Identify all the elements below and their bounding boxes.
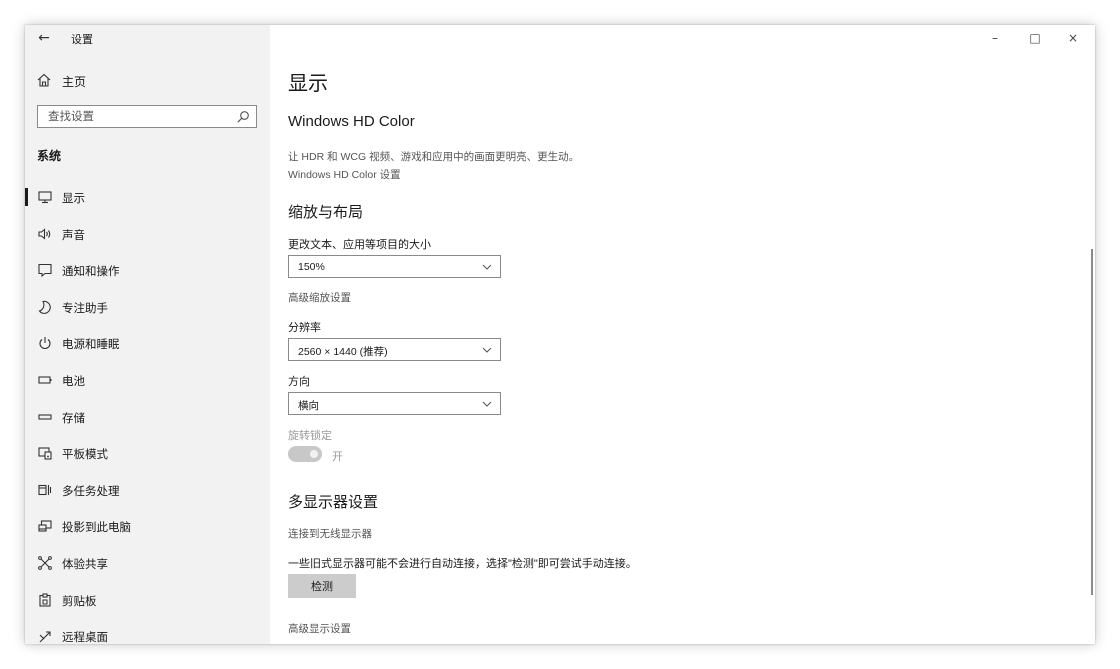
sidebar-item-tablet-mode[interactable]: 平板模式 — [25, 438, 270, 468]
settings-window: ← 设置 主页 系统 显示 — [25, 25, 1095, 644]
rotation-lock-toggle[interactable] — [288, 446, 322, 462]
chevron-down-icon — [482, 264, 492, 270]
search-box[interactable] — [37, 105, 257, 128]
sidebar-item-label: 体验共享 — [62, 559, 108, 571]
sidebar-item-label: 专注助手 — [62, 303, 108, 315]
detect-button[interactable]: 检测 — [288, 574, 356, 598]
moon-icon — [38, 300, 51, 314]
sidebar-item-multitasking[interactable]: 多任务处理 — [25, 475, 270, 505]
app-title: 设置 — [71, 34, 93, 46]
chevron-down-icon — [482, 401, 492, 407]
sidebar-item-label: 多任务处理 — [62, 486, 120, 498]
sidebar-item-label: 存储 — [62, 413, 85, 425]
hdr-settings-link[interactable]: Windows HD Color 设置 — [288, 167, 401, 182]
sidebar-item-focus-assist[interactable]: 专注助手 — [25, 292, 270, 322]
rotation-lock-label: 旋转锁定 — [288, 430, 332, 442]
speaker-icon — [38, 228, 51, 240]
connect-wireless-display-link[interactable]: 连接到无线显示器 — [288, 526, 372, 541]
sidebar-item-display[interactable]: 显示 — [25, 182, 270, 212]
scale-dropdown[interactable]: 150% — [288, 255, 501, 278]
title-bar: ← 设置 — [25, 25, 270, 51]
search-icon[interactable] — [236, 110, 250, 124]
advanced-display-settings-link[interactable]: 高级显示设置 — [288, 621, 351, 636]
section-label-system: 系统 — [37, 149, 62, 163]
sidebar-item-shared-experiences[interactable]: 体验共享 — [25, 548, 270, 578]
share-icon — [38, 556, 52, 570]
multitask-icon — [38, 484, 52, 496]
orientation-label: 方向 — [288, 376, 310, 388]
sidebar-item-label: 电源和睡眠 — [62, 339, 120, 351]
home-label: 主页 — [62, 75, 87, 89]
rotation-lock-state: 开 — [332, 451, 343, 463]
section-heading-multi-display: 多显示器设置 — [288, 494, 379, 511]
orientation-dropdown[interactable]: 横向 — [288, 392, 501, 415]
scrollbar[interactable] — [1091, 249, 1093, 595]
section-heading-hdr: Windows HD Color — [288, 113, 415, 130]
main-content: – □ × 显示 Windows HD Color 让 HDR 和 WCG 视频… — [270, 25, 1095, 644]
tablet-icon — [38, 447, 52, 460]
sidebar-item-label: 通知和操作 — [62, 266, 120, 278]
page-title: 显示 — [288, 73, 328, 95]
sidebar-item-label: 远程桌面 — [62, 632, 108, 644]
sidebar-item-project[interactable]: 投影到此电脑 — [25, 511, 270, 541]
sidebar-item-label: 投影到此电脑 — [62, 522, 131, 534]
sidebar-item-label: 平板模式 — [62, 449, 108, 461]
resolution-value: 2560 × 1440 (推荐) — [298, 346, 388, 358]
sidebar-item-remote-desktop[interactable]: 远程桌面 — [25, 621, 270, 644]
sidebar-item-home[interactable]: 主页 — [25, 69, 270, 93]
sidebar-item-battery[interactable]: 电池 — [25, 365, 270, 395]
detect-note: 一些旧式显示器可能不会进行自动连接，选择"检测"即可尝试手动连接。 — [288, 558, 637, 570]
advanced-scaling-link[interactable]: 高级缩放设置 — [288, 290, 351, 305]
hdr-description: 让 HDR 和 WCG 视频、游戏和应用中的画面更明亮、更生动。 — [288, 151, 580, 163]
sidebar-item-label: 声音 — [62, 230, 85, 242]
sidebar-item-power[interactable]: 电源和睡眠 — [25, 328, 270, 358]
sidebar-item-clipboard[interactable]: 剪贴板 — [25, 585, 270, 615]
sidebar-item-label: 电池 — [62, 376, 85, 388]
project-icon — [38, 520, 52, 532]
maximize-icon[interactable]: □ — [1015, 25, 1055, 51]
close-icon[interactable]: × — [1053, 25, 1093, 51]
sidebar-item-notifications[interactable]: 通知和操作 — [25, 255, 270, 285]
size-label: 更改文本、应用等项目的大小 — [288, 239, 431, 251]
resolution-label: 分辨率 — [288, 322, 321, 334]
orientation-value: 横向 — [298, 400, 319, 412]
battery-icon — [38, 376, 52, 384]
scale-value: 150% — [298, 261, 325, 273]
sidebar-item-storage[interactable]: 存储 — [25, 402, 270, 432]
minimize-icon[interactable]: – — [975, 25, 1015, 51]
chevron-down-icon — [482, 347, 492, 353]
back-arrow-icon[interactable]: ← — [33, 27, 55, 49]
home-icon — [37, 73, 51, 87]
power-icon — [39, 337, 51, 350]
storage-icon — [38, 414, 52, 420]
sidebar-item-label: 显示 — [62, 193, 85, 205]
remote-icon — [39, 631, 51, 643]
sidebar: ← 设置 主页 系统 显示 — [25, 25, 270, 644]
selection-indicator — [25, 188, 28, 206]
notification-icon — [38, 263, 52, 278]
resolution-dropdown[interactable]: 2560 × 1440 (推荐) — [288, 338, 501, 361]
clipboard-icon — [39, 593, 51, 607]
sidebar-item-label: 剪贴板 — [62, 596, 97, 608]
section-heading-scale: 缩放与布局 — [288, 204, 364, 221]
window-controls: – □ × — [955, 25, 1095, 51]
search-input[interactable] — [38, 106, 228, 127]
toggle-knob — [310, 450, 318, 458]
sidebar-item-sound[interactable]: 声音 — [25, 219, 270, 249]
monitor-icon — [38, 191, 52, 204]
